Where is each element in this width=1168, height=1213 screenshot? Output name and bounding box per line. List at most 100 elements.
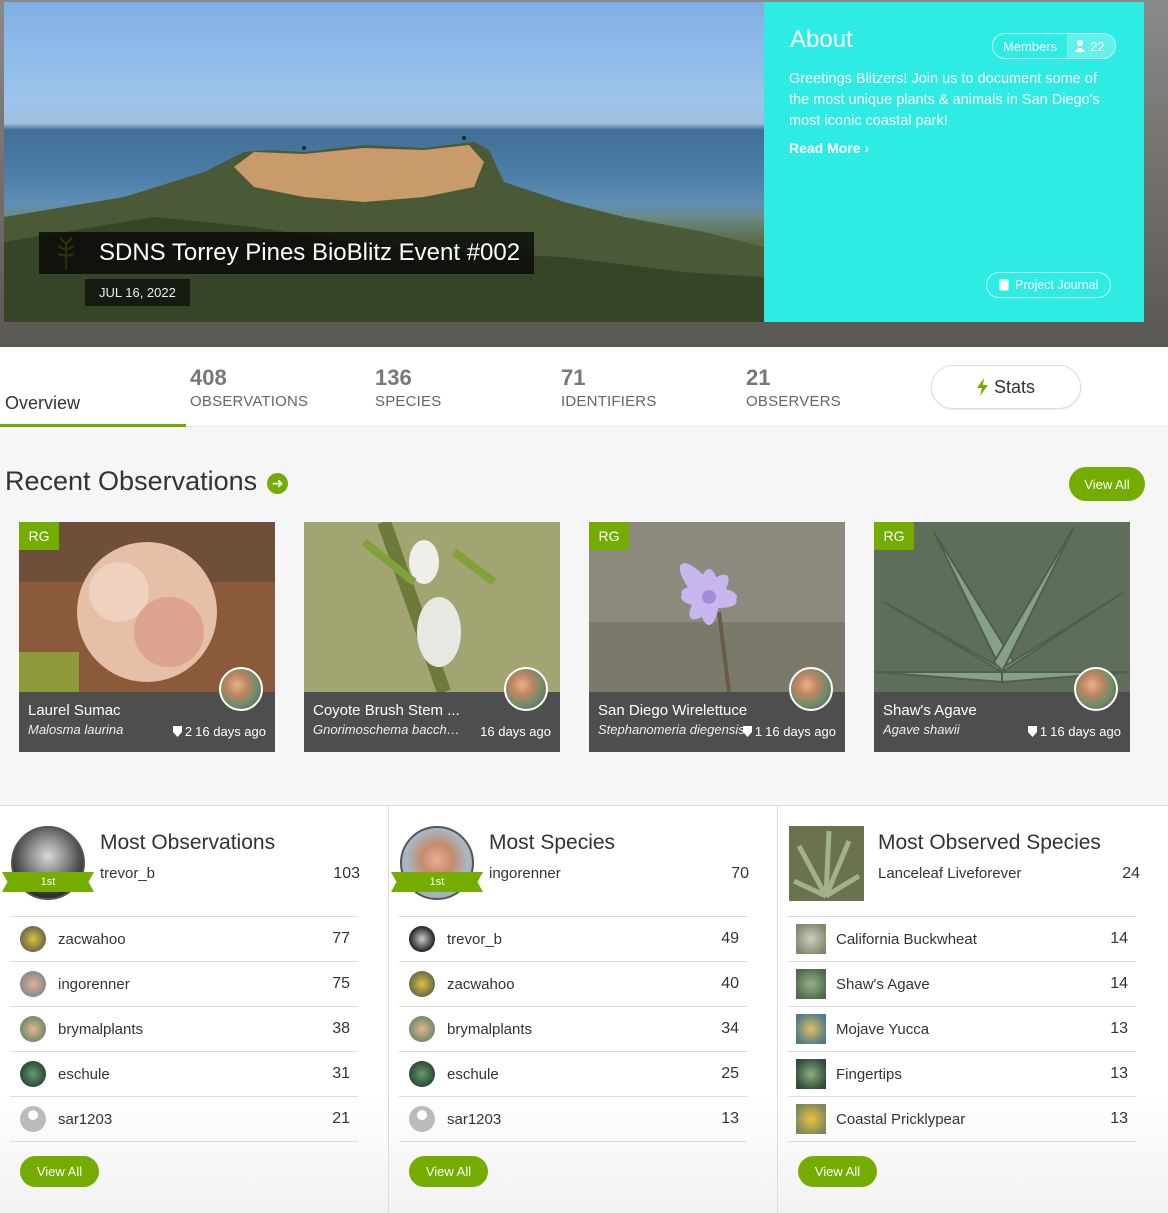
view-all-button[interactable]: View All [409, 1156, 488, 1187]
project-title: SDNS Torrey Pines BioBlitz Event #002 [99, 239, 521, 266]
leader-count: 103 [333, 865, 360, 882]
user-count: 13 [721, 1110, 739, 1127]
observation-age: 16 days ago [765, 724, 836, 739]
members-button[interactable]: Members 22 [992, 33, 1116, 59]
arrow-right-icon[interactable]: ➜ [267, 473, 289, 494]
observation-scientific-name: Agave shawii [883, 722, 960, 737]
most-species-board: 1st Most Species ingorenner 70 trevor_b … [389, 806, 778, 1213]
observation-card[interactable]: RG Shaw's Agave Agave shawii 1 16 days a… [874, 522, 1130, 752]
species-name: Mojave Yucca [836, 1020, 930, 1038]
stat-observations[interactable]: 408 OBSERVATIONS [190, 365, 308, 410]
observation-card[interactable]: RG Laurel Sumac Malosma laurina 2 16 day… [19, 522, 275, 752]
list-item[interactable]: brymalplants 34 [399, 1007, 747, 1052]
leader-name[interactable]: ingorenner [489, 865, 561, 882]
view-all-button[interactable]: View All [798, 1156, 877, 1187]
list-item[interactable]: eschule 25 [399, 1052, 747, 1097]
tab-overview[interactable]: Overview [0, 347, 186, 427]
observer-avatar[interactable] [1074, 667, 1118, 711]
species-thumbnail [796, 1059, 826, 1089]
stat-observers-number: 21 [746, 365, 771, 390]
list-item[interactable]: trevor_b 49 [399, 917, 747, 962]
project-date: JUL 16, 2022 [99, 285, 176, 300]
observation-card[interactable]: RG San Diego Wirelettuce Stephanomeria d… [589, 522, 845, 752]
leader-name[interactable]: Lanceleaf Liveforever [878, 865, 1021, 882]
about-description: Greetings Blitzers! Join us to document … [789, 71, 1100, 129]
first-place-ribbon: 1st [391, 872, 483, 892]
list-item[interactable]: ingorenner 75 [10, 962, 358, 1007]
observer-avatar[interactable] [219, 667, 263, 711]
project-title-box: SDNS Torrey Pines BioBlitz Event #002 [39, 232, 535, 274]
user-count: 38 [332, 1020, 350, 1037]
board-title: Most Species [489, 831, 616, 854]
id-shield-icon [742, 726, 752, 737]
list-item[interactable]: zacwahoo 40 [399, 962, 747, 1007]
user-avatar [409, 1061, 435, 1087]
stat-observations-label: OBSERVATIONS [190, 393, 309, 410]
stat-identifiers-number: 71 [561, 365, 586, 390]
list-item[interactable]: eschule 31 [10, 1052, 358, 1097]
leaderboard-list: California Buckwheat 14 Shaw's Agave 14 … [788, 916, 1136, 1142]
stats-button-label: Stats [993, 376, 1036, 397]
tab-overview-label: Overview [5, 393, 81, 413]
leaderboard-list: zacwahoo 77 ingorenner 75 brymalplants 3… [10, 916, 358, 1142]
observer-avatar[interactable] [504, 667, 548, 711]
stats-button[interactable]: Stats [931, 365, 1081, 409]
user-name: eschule [58, 1065, 110, 1083]
stat-identifiers[interactable]: 71 IDENTIFIERS [561, 365, 657, 410]
stat-species-number: 136 [375, 365, 412, 390]
most-observed-species-board: Most Observed Species Lanceleaf Livefore… [778, 806, 1168, 1213]
list-item[interactable]: Fingertips 13 [788, 1052, 1136, 1097]
members-label: Members [1003, 38, 1058, 54]
list-item[interactable]: Shaw's Agave 14 [788, 962, 1136, 1007]
stat-identifiers-label: IDENTIFIERS [561, 393, 657, 410]
observation-age: 16 days ago [480, 724, 551, 739]
user-name: zacwahoo [58, 930, 126, 948]
view-all-button[interactable]: View All [20, 1156, 99, 1187]
observation-card[interactable]: Coyote Brush Stem ... Gnorimoschema bacc… [304, 522, 560, 752]
project-journal-button[interactable]: Project Journal [986, 272, 1112, 298]
most-observations-board: 1st Most Observations trevor_b 103 zacwa… [0, 806, 389, 1213]
lightning-icon [976, 378, 988, 396]
observer-avatar[interactable] [789, 667, 833, 711]
species-name: California Buckwheat [836, 930, 977, 948]
board-title: Most Observed Species [878, 831, 1101, 854]
recent-view-all-button[interactable]: View All [1069, 467, 1145, 501]
board-title: Most Observations [100, 831, 276, 854]
list-item[interactable]: sar1203 13 [399, 1097, 747, 1142]
list-item[interactable]: California Buckwheat 14 [788, 917, 1136, 962]
research-grade-badge: RG [19, 522, 59, 550]
user-name: zacwahoo [447, 975, 515, 993]
user-name: trevor_b [447, 930, 503, 948]
id-shield-icon [172, 726, 182, 737]
read-more-link[interactable]: Read More › [789, 140, 869, 156]
list-item[interactable]: brymalplants 38 [10, 1007, 358, 1052]
leader-count: 24 [1122, 865, 1140, 882]
research-grade-badge: RG [874, 522, 914, 550]
user-count: 31 [332, 1065, 350, 1082]
list-item[interactable]: zacwahoo 77 [10, 917, 358, 962]
species-name: Coastal Pricklypear [836, 1110, 966, 1128]
research-grade-badge: RG [589, 522, 629, 550]
observation-common-name: Coyote Brush Stem ... [313, 702, 460, 719]
user-count: 75 [332, 975, 350, 992]
stat-species-label: SPECIES [375, 393, 442, 410]
user-avatar [409, 1016, 435, 1042]
observation-meta: 2 16 days ago [172, 724, 266, 739]
user-name: eschule [447, 1065, 499, 1083]
user-count: 34 [721, 1020, 739, 1037]
first-place-ribbon: 1st [2, 872, 94, 892]
list-item[interactable]: sar1203 21 [10, 1097, 358, 1142]
recent-observations-heading: Recent Observations ➜ [5, 466, 289, 497]
leader-name[interactable]: trevor_b [100, 865, 155, 882]
leaderboards: 1st Most Observations trevor_b 103 zacwa… [0, 805, 1168, 1213]
list-item[interactable]: Coastal Pricklypear 13 [788, 1097, 1136, 1142]
species-name: Fingertips [836, 1065, 902, 1083]
stat-species[interactable]: 136 SPECIES [375, 365, 441, 410]
members-count: 22 [1090, 38, 1105, 54]
stat-observers[interactable]: 21 OBSERVERS [746, 365, 841, 410]
leaderboard-list: trevor_b 49 zacwahoo 40 brymalplants 34 … [399, 916, 747, 1142]
user-avatar [20, 1016, 46, 1042]
observation-common-name: San Diego Wirelettuce [598, 702, 748, 719]
list-item[interactable]: Mojave Yucca 13 [788, 1007, 1136, 1052]
leader-species-photo[interactable] [789, 826, 864, 901]
